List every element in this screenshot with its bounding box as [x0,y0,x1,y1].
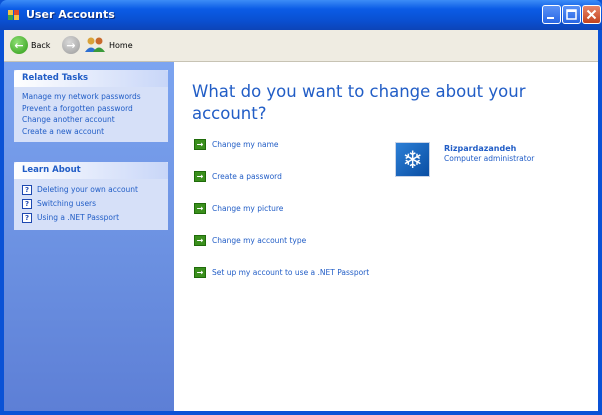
user-accounts-app-icon [8,10,19,20]
action-label[interactable]: Change my account type [212,236,306,245]
forward-arrow-icon: → [62,36,80,54]
navigation-toolbar: ← Back → Home [4,30,598,62]
learn-link-switching-users[interactable]: Switching users [37,199,96,208]
back-label: Back [31,40,51,50]
minimize-icon [547,17,554,19]
setup-net-passport-action[interactable]: → Set up my account to use a .NET Passpo… [194,267,369,278]
close-icon [586,9,597,20]
action-label[interactable]: Change my picture [212,204,283,213]
related-tasks-panel: Related Tasks Manage my network password… [14,70,168,142]
home-label: Home [109,40,133,50]
green-arrow-icon: → [194,267,206,278]
learn-about-title[interactable]: Learn About [14,162,168,179]
green-arrow-icon: → [194,203,206,214]
page-heading: What do you want to change about your ac… [192,82,526,123]
green-arrow-icon: → [194,139,206,150]
action-label[interactable]: Change my name [212,140,279,149]
related-tasks-title[interactable]: Related Tasks [14,70,168,87]
maximize-icon [566,9,577,20]
help-icon: ? [22,198,32,209]
user-picture-snowflake-icon: ❄ [395,142,430,177]
window-title: User Accounts [26,8,115,21]
window-bottom-border [0,411,602,415]
related-task-link-change-another[interactable]: Change another account [22,114,164,126]
learn-about-panel: Learn About ? Deleting your own account … [14,162,168,230]
home-button[interactable]: Home [84,35,133,55]
forward-button[interactable]: → [62,35,80,55]
related-task-link-create-account[interactable]: Create a new account [22,126,164,138]
learn-link-net-passport[interactable]: Using a .NET Passport [37,213,119,222]
learn-about-item[interactable]: ? Deleting your own account [22,183,164,196]
task-pane: Related Tasks Manage my network password… [4,62,174,411]
title-bar[interactable]: User Accounts [0,0,602,30]
related-task-link-prevent-forgotten[interactable]: Prevent a forgotten password [22,103,164,115]
action-label[interactable]: Create a password [212,172,282,181]
create-password-action[interactable]: → Create a password [194,171,282,182]
related-task-link-manage-passwords[interactable]: Manage my network passwords [22,91,164,103]
action-label[interactable]: Set up my account to use a .NET Passport [212,268,369,277]
back-button[interactable]: ← Back [10,35,50,55]
change-account-type-action[interactable]: → Change my account type [194,235,306,246]
minimize-button[interactable] [542,5,561,24]
main-content: What do you want to change about your ac… [174,62,598,411]
learn-link-deleting-account[interactable]: Deleting your own account [37,185,138,194]
close-button[interactable] [582,5,601,24]
user-account-type: Computer administrator [444,154,535,163]
home-users-icon [85,37,105,52]
maximize-button[interactable] [562,5,581,24]
user-account-name: Rizpardazandeh [444,144,517,153]
learn-about-item[interactable]: ? Switching users [22,197,164,210]
change-name-action[interactable]: → Change my name [194,139,279,150]
back-arrow-icon: ← [10,36,28,54]
user-accounts-window: User Accounts ← Back → Home Related Task… [0,0,602,415]
green-arrow-icon: → [194,235,206,246]
green-arrow-icon: → [194,171,206,182]
learn-about-item[interactable]: ? Using a .NET Passport [22,211,164,224]
help-icon: ? [22,212,32,223]
change-picture-action[interactable]: → Change my picture [194,203,283,214]
help-icon: ? [22,184,32,195]
